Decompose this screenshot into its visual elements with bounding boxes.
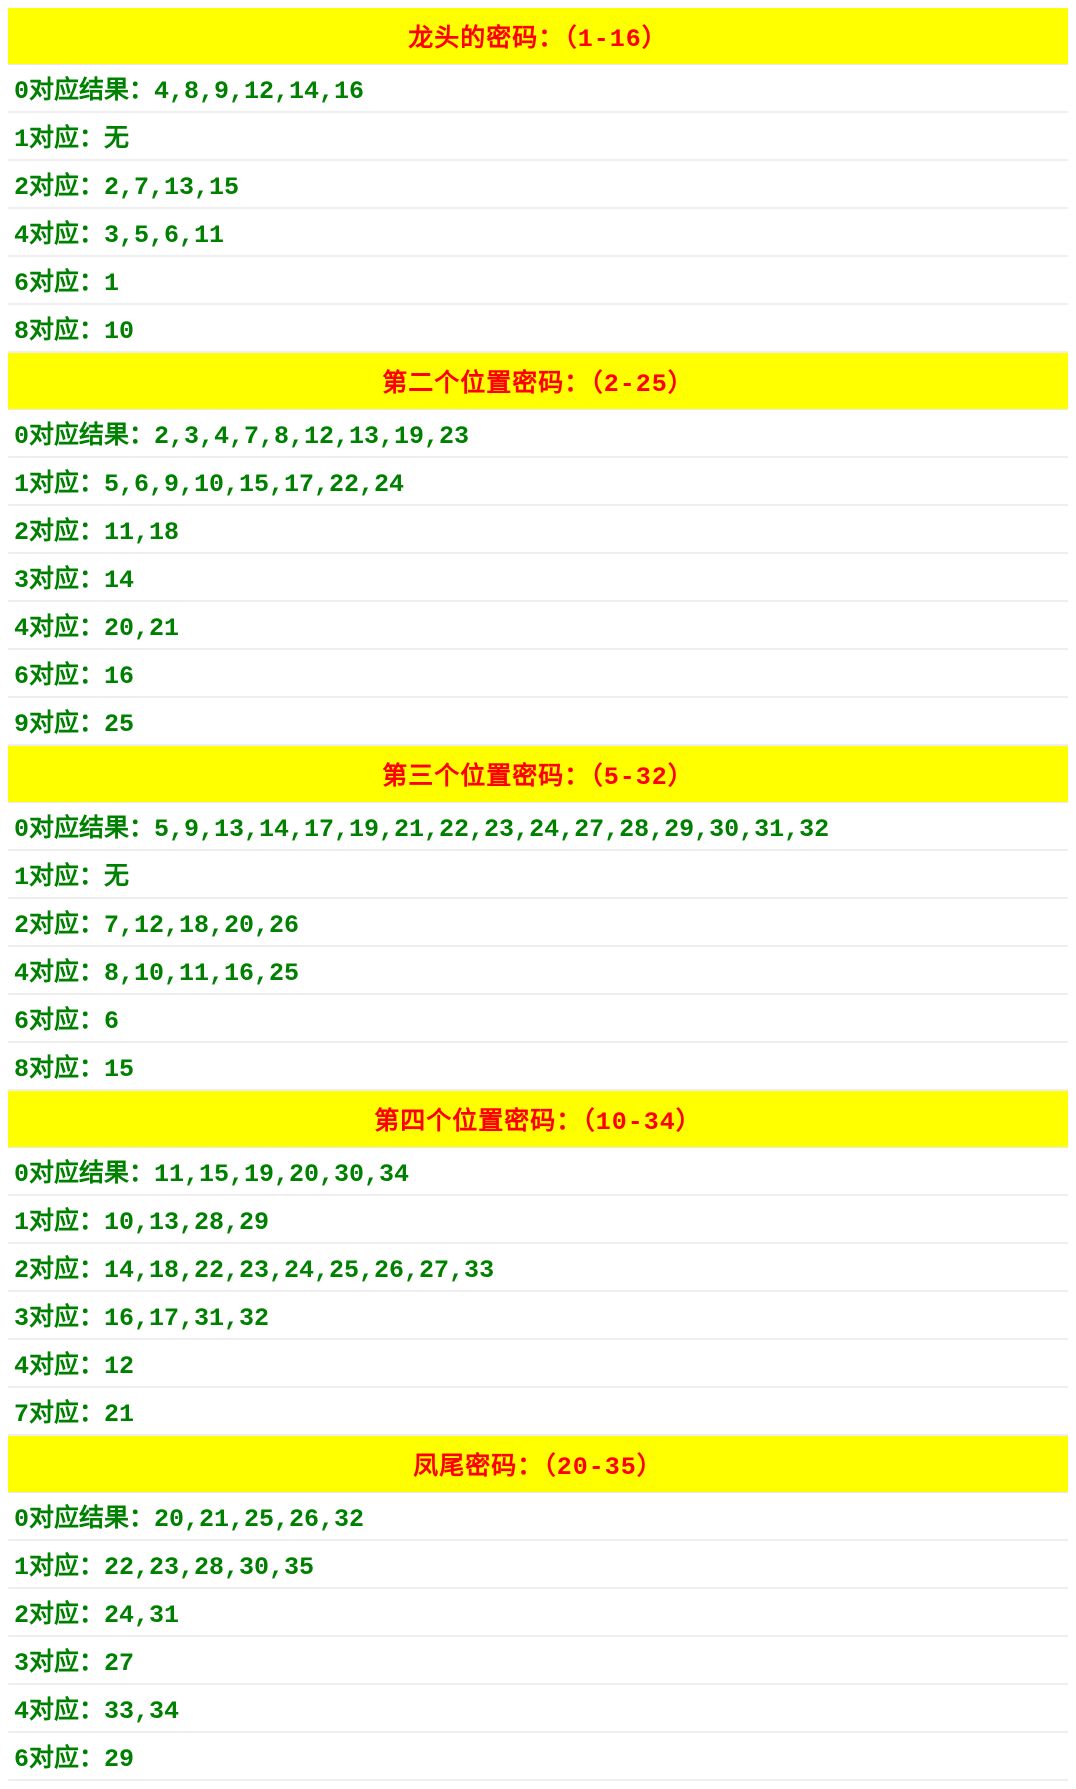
data-row: 1对应：22,23,28,30,35: [8, 1541, 1068, 1589]
data-row: 3对应：14: [8, 554, 1068, 602]
data-row: 4对应：20,21: [8, 602, 1068, 650]
data-row: 2对应：2,7,13,15: [8, 161, 1068, 209]
data-row: 3对应：16,17,31,32: [8, 1292, 1068, 1340]
data-row: 1对应：无: [8, 851, 1068, 899]
data-row: 6对应：1: [8, 257, 1068, 305]
data-row: 6对应：29: [8, 1733, 1068, 1781]
data-row: 4对应：8,10,11,16,25: [8, 947, 1068, 995]
data-row: 8对应：10: [8, 305, 1068, 353]
data-row: 2对应：24,31: [8, 1589, 1068, 1637]
data-row: 4对应：33,34: [8, 1685, 1068, 1733]
main-container: 龙头的密码：（1-16） 0对应结果：4,8,9,12,14,16 1对应：无 …: [0, 0, 1076, 1789]
data-row: 6对应：16: [8, 650, 1068, 698]
data-row: 0对应结果：4,8,9,12,14,16: [8, 65, 1068, 113]
data-row: 7对应：21: [8, 1388, 1068, 1436]
section-header-1: 龙头的密码：（1-16）: [8, 8, 1068, 65]
data-row: 9对应：25: [8, 698, 1068, 746]
data-row: 2对应：7,12,18,20,26: [8, 899, 1068, 947]
data-row: 0对应结果：20,21,25,26,32: [8, 1493, 1068, 1541]
data-row: 6对应：6: [8, 995, 1068, 1043]
section-header-5: 凤尾密码：（20-35）: [8, 1436, 1068, 1493]
data-row: 1对应：无: [8, 113, 1068, 161]
data-row: 2对应：11,18: [8, 506, 1068, 554]
section-header-3: 第三个位置密码：（5-32）: [8, 746, 1068, 803]
data-row: 4对应：12: [8, 1340, 1068, 1388]
data-row: 4对应：3,5,6,11: [8, 209, 1068, 257]
data-row: 0对应结果：5,9,13,14,17,19,21,22,23,24,27,28,…: [8, 803, 1068, 851]
data-row: 3对应：27: [8, 1637, 1068, 1685]
section-header-2: 第二个位置密码：（2-25）: [8, 353, 1068, 410]
data-row: 0对应结果：11,15,19,20,30,34: [8, 1148, 1068, 1196]
section-header-4: 第四个位置密码：（10-34）: [8, 1091, 1068, 1148]
data-row: 1对应：5,6,9,10,15,17,22,24: [8, 458, 1068, 506]
data-row: 2对应：14,18,22,23,24,25,26,27,33: [8, 1244, 1068, 1292]
data-row: 1对应：10,13,28,29: [8, 1196, 1068, 1244]
data-row: 0对应结果：2,3,4,7,8,12,13,19,23: [8, 410, 1068, 458]
data-row: 8对应：15: [8, 1043, 1068, 1091]
